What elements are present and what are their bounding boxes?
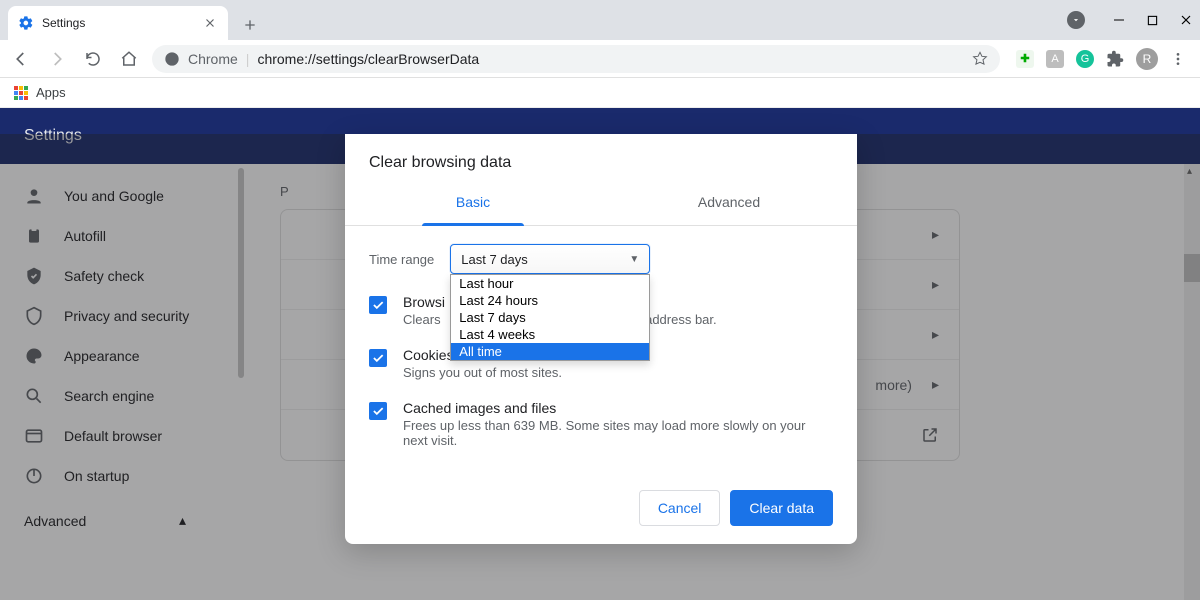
chrome-menu-button[interactable]: [1170, 51, 1186, 67]
tab-advanced[interactable]: Advanced: [601, 178, 857, 225]
omnibox-separator: |: [246, 51, 250, 67]
button-label: Clear data: [749, 500, 814, 516]
reload-button[interactable]: [80, 46, 106, 72]
tab-label: Advanced: [698, 194, 760, 210]
gear-icon: [18, 15, 34, 31]
apps-label[interactable]: Apps: [36, 85, 66, 100]
extension-icon[interactable]: ✚: [1016, 50, 1034, 68]
apps-icon[interactable]: [14, 86, 28, 100]
extension-icon[interactable]: A: [1046, 50, 1064, 68]
dialog-title: Clear browsing data: [345, 134, 857, 178]
window-maximize-button[interactable]: [1147, 15, 1158, 26]
tab-basic[interactable]: Basic: [345, 178, 601, 225]
extensions-puzzle-icon[interactable]: [1106, 50, 1124, 68]
home-button[interactable]: [116, 46, 142, 72]
time-range-selected-value: Last 7 days: [461, 252, 528, 267]
browser-tab-settings[interactable]: Settings: [8, 6, 228, 40]
site-info-icon[interactable]: [164, 51, 180, 67]
time-range-dropdown: Last hour Last 24 hours Last 7 days Last…: [450, 274, 650, 361]
checkbox-cookies[interactable]: [369, 349, 387, 367]
browser-tabstrip: Settings: [0, 0, 1200, 40]
bookmark-star-icon[interactable]: [972, 51, 988, 67]
item-desc: Signs you out of most sites.: [403, 365, 573, 380]
time-range-select[interactable]: Last 7 days ▼ Last hour Last 24 hours La…: [450, 244, 650, 274]
forward-button[interactable]: [44, 46, 70, 72]
browser-toolbar: Chrome | chrome://settings/clearBrowserD…: [0, 40, 1200, 78]
window-controls: [1067, 0, 1192, 40]
button-label: Cancel: [658, 500, 702, 516]
clear-browsing-data-dialog: Clear browsing data Basic Advanced Time …: [345, 134, 857, 544]
profile-avatar[interactable]: R: [1136, 48, 1158, 70]
tab-title: Settings: [42, 16, 202, 30]
checkbox-cache[interactable]: [369, 402, 387, 420]
omnibox-url: chrome://settings/clearBrowserData: [257, 51, 479, 67]
time-range-row: Time range Last 7 days ▼ Last hour Last …: [369, 244, 833, 274]
chevron-down-icon: ▼: [629, 254, 639, 265]
window-close-button[interactable]: [1180, 14, 1192, 26]
new-tab-button[interactable]: [242, 17, 258, 33]
checkbox-browsing-history[interactable]: [369, 296, 387, 314]
cancel-button[interactable]: Cancel: [639, 490, 721, 526]
time-range-option[interactable]: Last 7 days: [451, 309, 649, 326]
dialog-tabs: Basic Advanced: [345, 178, 857, 226]
tab-label: Basic: [456, 194, 490, 210]
time-range-option[interactable]: Last hour: [451, 275, 649, 292]
time-range-option[interactable]: All time: [451, 343, 649, 360]
time-range-label: Time range: [369, 252, 434, 267]
time-range-option[interactable]: Last 4 weeks: [451, 326, 649, 343]
address-bar[interactable]: Chrome | chrome://settings/clearBrowserD…: [152, 45, 1000, 73]
item-title: Cached images and files: [403, 400, 833, 416]
dialog-actions: Cancel Clear data: [345, 468, 857, 526]
extension-icon[interactable]: G: [1076, 50, 1094, 68]
close-tab-icon[interactable]: [202, 15, 218, 31]
clear-data-button[interactable]: Clear data: [730, 490, 833, 526]
time-range-option[interactable]: Last 24 hours: [451, 292, 649, 309]
omnibox-prefix: Chrome: [188, 51, 238, 67]
extensions-area: ✚ A G R: [1010, 48, 1192, 70]
clear-item-cache: Cached images and files Frees up less th…: [369, 400, 833, 448]
profile-indicator-icon[interactable]: [1067, 11, 1085, 29]
item-desc: Frees up less than 639 MB. Some sites ma…: [403, 418, 833, 448]
back-button[interactable]: [8, 46, 34, 72]
bookmarks-bar: Apps: [0, 78, 1200, 108]
window-minimize-button[interactable]: [1113, 14, 1125, 26]
